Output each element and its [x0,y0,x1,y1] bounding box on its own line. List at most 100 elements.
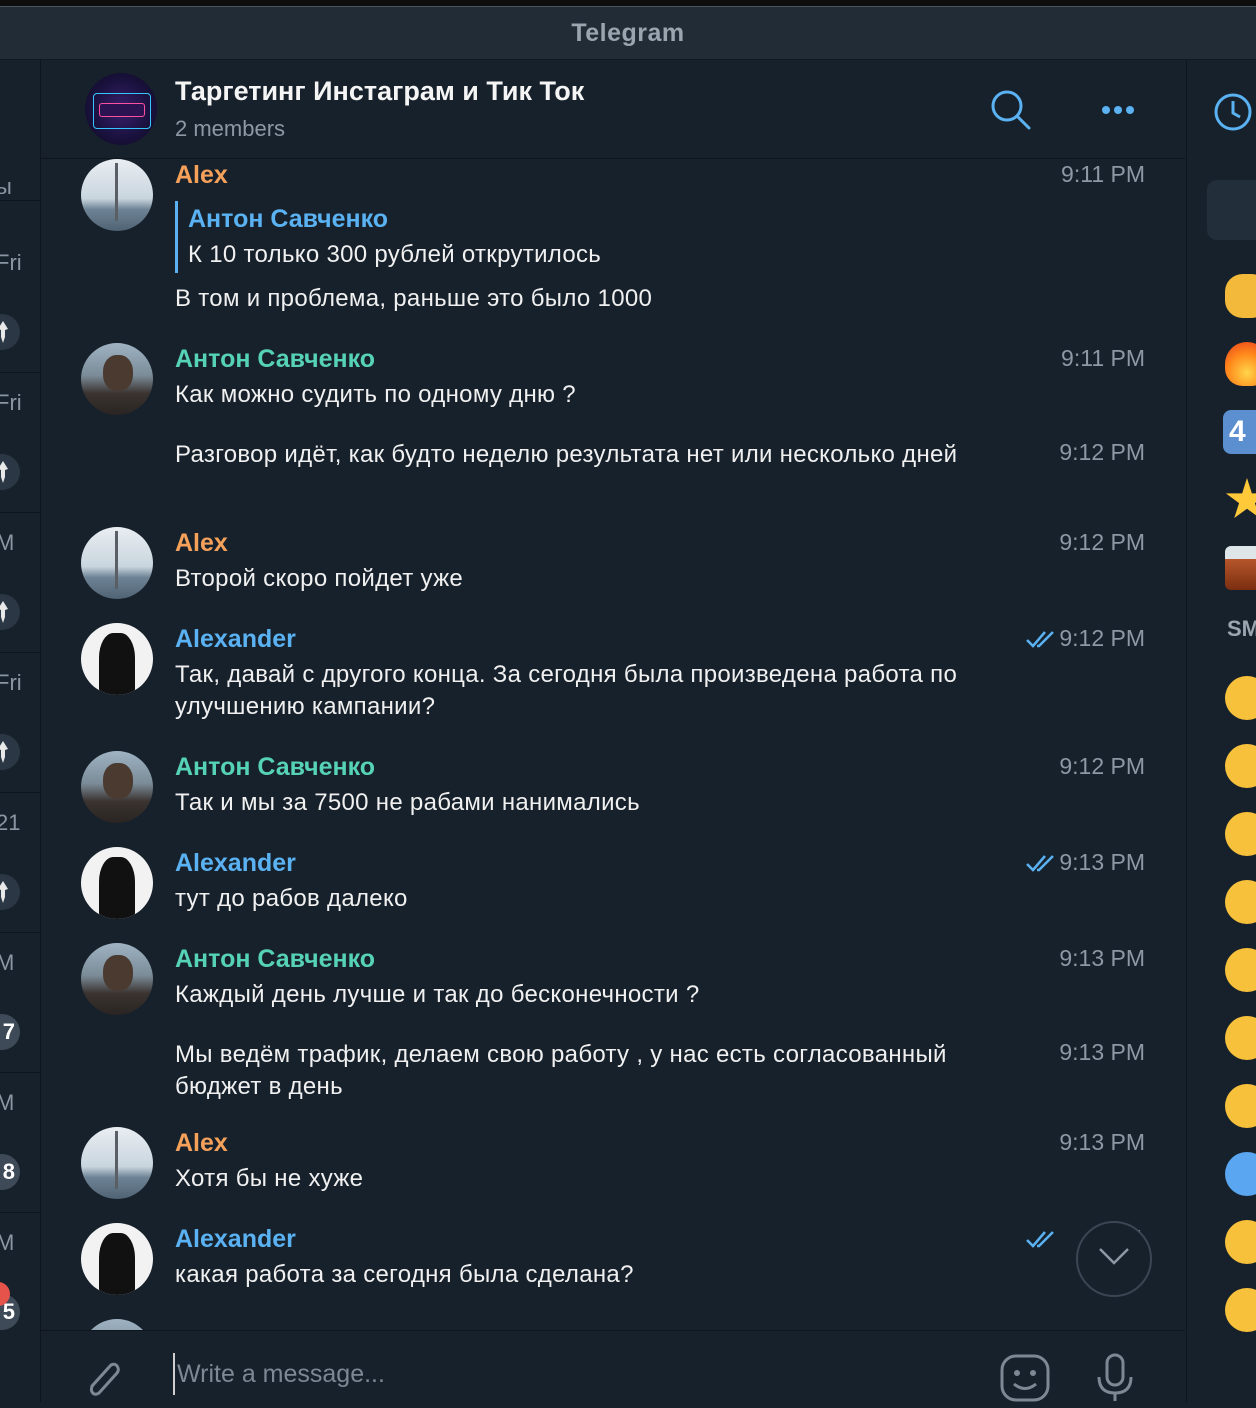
sweat-emoji[interactable] [1225,744,1256,788]
sender-name[interactable]: Alexander [175,849,296,878]
message-text: В том и проблема, раньше это было 1000 [175,285,653,312]
emoji-panel: 4 SM [1186,60,1256,1402]
sender-name[interactable]: Антон Савченко [175,753,375,782]
message-time: 9:13 PM [1059,849,1145,875]
sender-name[interactable]: Alex [175,1129,228,1158]
chat-list-item-time: M [0,950,14,976]
avatar[interactable] [81,943,153,1015]
chat-list-item[interactable]: Fri [0,232,40,373]
frown-emoji[interactable] [1225,1016,1256,1060]
pin-icon [0,594,20,630]
emoji-search-box[interactable] [1207,180,1256,240]
chat-list-item[interactable]: M [0,512,40,653]
message[interactable]: Alex 9:11 PM Антон Савченко К 10 только … [41,159,1185,329]
thumbs-up-emoji[interactable] [1225,274,1256,318]
read-check-icon [1025,853,1057,878]
reply-quote[interactable]: Антон Савченко К 10 только 300 рублей от… [175,201,601,273]
message-text: Разговор идёт, как будто неделю результа… [175,441,958,468]
message-time: 9:11 PM [1061,161,1145,187]
tongue-emoji[interactable] [1225,880,1256,924]
group-avatar[interactable] [85,73,157,145]
avatar[interactable] [81,1223,153,1295]
message-text: Так, давай с другого конца. За сегодня б… [175,661,958,720]
message-input[interactable] [173,1353,979,1395]
message-text: Как можно судить по одному дню ? [175,381,576,408]
avatar[interactable] [81,159,153,231]
message-text: Второй скоро пойдет уже [175,565,464,592]
chat-list-item-time: Fri [0,390,22,415]
message-text: Мы ведём трафик, делаем свою работу , у … [175,1041,947,1100]
chat-list-item-time: M [0,530,14,556]
pin-icon [0,734,20,770]
pin-icon [0,454,20,490]
message-time: 9:12 PM [1059,625,1145,651]
avatar[interactable] [81,527,153,599]
avatar[interactable] [81,623,153,695]
pin-icon [0,874,20,910]
heart-eyes-emoji[interactable] [1225,812,1256,856]
chat-header: Таргетинг Инстаграм и Тик Ток 2 members [41,60,1185,159]
chat-list-item[interactable]: M 5 [0,1212,40,1352]
avatar[interactable] [81,343,153,415]
keycap-four-emoji[interactable]: 4 [1223,410,1256,454]
message-time: 9:12 PM [1059,753,1145,779]
paperclip-icon[interactable] [81,1355,125,1406]
top-strip [0,0,1256,7]
avatar[interactable] [81,1319,153,1330]
avatar[interactable] [81,751,153,823]
window-title: Telegram [0,7,1256,60]
wink-emoji[interactable] [1225,1288,1256,1332]
star-struck-emoji[interactable] [1225,948,1256,992]
unread-badge: 7 [0,1014,20,1050]
message-time: 9:12 PM [1059,529,1145,555]
sender-name[interactable]: Alexander [175,1225,296,1254]
sender-name[interactable]: Антон Савченко [175,345,375,374]
chat-list-item[interactable]: M 7 [0,932,40,1073]
sender-name[interactable]: Alex [175,161,228,190]
sticker-icon[interactable] [999,1353,1053,1408]
more-icon[interactable] [1093,88,1143,128]
cold-emoji[interactable] [1225,1152,1256,1196]
message-time: 9:11 PM [1061,345,1145,371]
chat-list-strip[interactable]: ы Fri Fri M Fri 21 M 7 M 8 M 5 [0,60,41,1402]
search-icon[interactable] [989,88,1033,137]
chat-list-item[interactable]: M 8 [0,1072,40,1213]
message-text: тут до рабов далеко [175,885,408,912]
chat-list-item[interactable]: Fri [0,652,40,793]
crying-emoji[interactable] [1225,1084,1256,1128]
chat-list-item-text: ы [0,174,12,200]
message-text: Так и мы за 7500 не рабами нанимались [175,789,640,816]
microphone-icon[interactable] [1095,1353,1135,1408]
sender-name[interactable]: Антон Савченко [175,945,375,974]
chat-list-item-time: 21 [0,810,21,835]
clock-icon[interactable] [1213,92,1253,137]
members-count: 2 members [175,116,286,141]
composer [41,1330,1185,1403]
avatar[interactable] [81,1127,153,1199]
grinning-emoji[interactable] [1225,676,1256,720]
avatar[interactable] [81,847,153,919]
scroll-down-button[interactable] [1076,1221,1152,1297]
chat-list-item[interactable]: ы [0,60,40,201]
chat-title[interactable]: Таргетинг Инстаграм и Тик Ток [175,76,584,107]
fire-emoji[interactable] [1225,342,1256,386]
pin-icon [0,314,20,350]
message-time: 9:13 PM [1059,1129,1145,1155]
whisky-emoji[interactable] [1225,546,1256,590]
reply-text: К 10 только 300 рублей открутилось [188,241,602,268]
chat-list-item-time: M [0,1230,14,1256]
chat-list-item-time: Fri [0,250,22,275]
message-time: 9:13 PM [1059,1039,1145,1065]
sender-name[interactable]: Alex [175,529,228,558]
message-list[interactable]: Alex 9:11 PM Антон Савченко К 10 только … [41,159,1185,1330]
message-text: Каждый день лучше и так до бесконечности… [175,981,700,1008]
read-check-icon [1025,1229,1057,1254]
chat-list-item-time: Fri [0,670,22,695]
chat-list-item[interactable]: Fri [0,372,40,513]
chat-list-item-time: M [0,1090,14,1116]
chat-list-item[interactable]: 21 [0,792,40,933]
shush-emoji[interactable] [1225,1220,1256,1264]
message-text: Хотя бы не хуже [175,1165,364,1192]
sender-name[interactable]: Alexander [175,625,296,654]
star-emoji[interactable] [1225,478,1256,519]
